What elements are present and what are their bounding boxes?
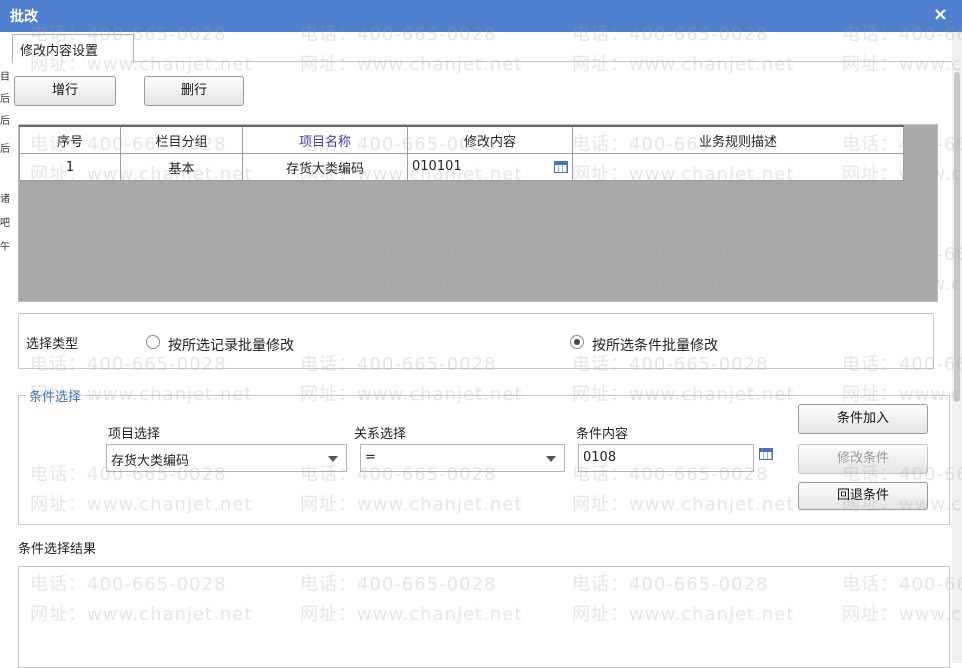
chevron-down-icon (546, 456, 556, 462)
watermark-site: 网址：www.chanjet.net (572, 54, 795, 75)
condition-result-label: 条件选择结果 (18, 542, 97, 557)
grid-table: 序号 栏目分组 项目名称 修改内容 业务规则描述 1 基本 存货大类编码 010… (19, 125, 904, 181)
tab-modify-content-settings[interactable]: 修改内容设置 (12, 34, 134, 63)
column-header-rule-description[interactable]: 业务规则描述 (572, 125, 904, 154)
cell-rule-description[interactable] (572, 153, 904, 181)
condition-content-value: 0108 (583, 450, 617, 465)
relation-select-value: = (365, 450, 376, 465)
window-title: 批改 (10, 9, 38, 25)
item-select-label: 项目选择 (108, 427, 161, 442)
scrollbar-thumb[interactable] (954, 72, 960, 402)
cell-group[interactable]: 基本 (120, 153, 243, 181)
condition-content-input[interactable]: 0108 (578, 444, 754, 472)
column-header-group[interactable]: 栏目分组 (120, 125, 243, 154)
relation-select-label: 关系选择 (354, 427, 407, 442)
table-row[interactable]: 1 基本 存货大类编码 010101 (19, 153, 904, 181)
item-select-value: 存货大类编码 (111, 454, 190, 469)
select-type-label: 选择类型 (26, 337, 79, 352)
tab-label: 修改内容设置 (20, 44, 99, 59)
left-strip-char: 午 (0, 242, 10, 253)
left-strip-char: 后 (0, 94, 10, 105)
column-header-item-name[interactable]: 项目名称 (242, 125, 408, 154)
left-strip-char: 目 (0, 72, 10, 83)
radio-by-records-label[interactable]: 按所选记录批量修改 (168, 335, 294, 355)
left-strip-char: 诸 (0, 194, 10, 205)
watermark-site: 网址：www.chanjet.net (300, 54, 523, 75)
rollback-condition-button[interactable]: 回退条件 (798, 482, 928, 510)
grid-header-row: 序号 栏目分组 项目名称 修改内容 业务规则描述 (19, 125, 904, 154)
add-row-button[interactable]: 增行 (14, 76, 116, 106)
tab-divider (132, 61, 962, 62)
radio-by-conditions-label[interactable]: 按所选条件批量修改 (592, 335, 718, 355)
radio-by-conditions[interactable] (570, 335, 584, 349)
chevron-down-icon (328, 456, 338, 462)
item-select-dropdown[interactable]: 存货大类编码 (106, 444, 347, 472)
cell-modify-content-value: 010101 (412, 159, 462, 174)
column-header-modify-content[interactable]: 修改内容 (407, 125, 573, 154)
condition-result-box[interactable] (18, 566, 950, 668)
condition-content-label: 条件内容 (576, 427, 629, 442)
reference-picker-icon[interactable] (759, 448, 773, 460)
add-condition-button[interactable]: 条件加入 (798, 404, 928, 434)
column-header-seq[interactable]: 序号 (19, 125, 121, 154)
condition-legend: 条件选择 (26, 386, 85, 405)
left-strip-char: 后 (0, 116, 10, 127)
left-clipped-strip: 目 后 后 后 诸 吧 午 (0, 32, 10, 663)
radio-by-records[interactable] (146, 335, 160, 349)
watermark-site: 网址：www.chanjet.net (842, 54, 962, 75)
cell-seq[interactable]: 1 (19, 153, 121, 181)
title-bar: 批改 × (0, 0, 962, 32)
left-strip-char: 后 (0, 144, 10, 155)
cell-modify-content[interactable]: 010101 (407, 153, 573, 181)
cell-item-name[interactable]: 存货大类编码 (242, 153, 408, 181)
reference-picker-icon[interactable] (554, 161, 568, 173)
close-icon[interactable]: × (933, 4, 948, 25)
modify-condition-button[interactable]: 修改条件 (798, 444, 928, 474)
delete-row-button[interactable]: 删行 (144, 76, 244, 106)
relation-select-dropdown[interactable]: = (360, 444, 565, 472)
modify-content-grid: 序号 栏目分组 项目名称 修改内容 业务规则描述 1 基本 存货大类编码 010… (18, 124, 938, 302)
left-strip-char: 吧 (0, 218, 10, 229)
vertical-scrollbar[interactable] (952, 32, 962, 663)
